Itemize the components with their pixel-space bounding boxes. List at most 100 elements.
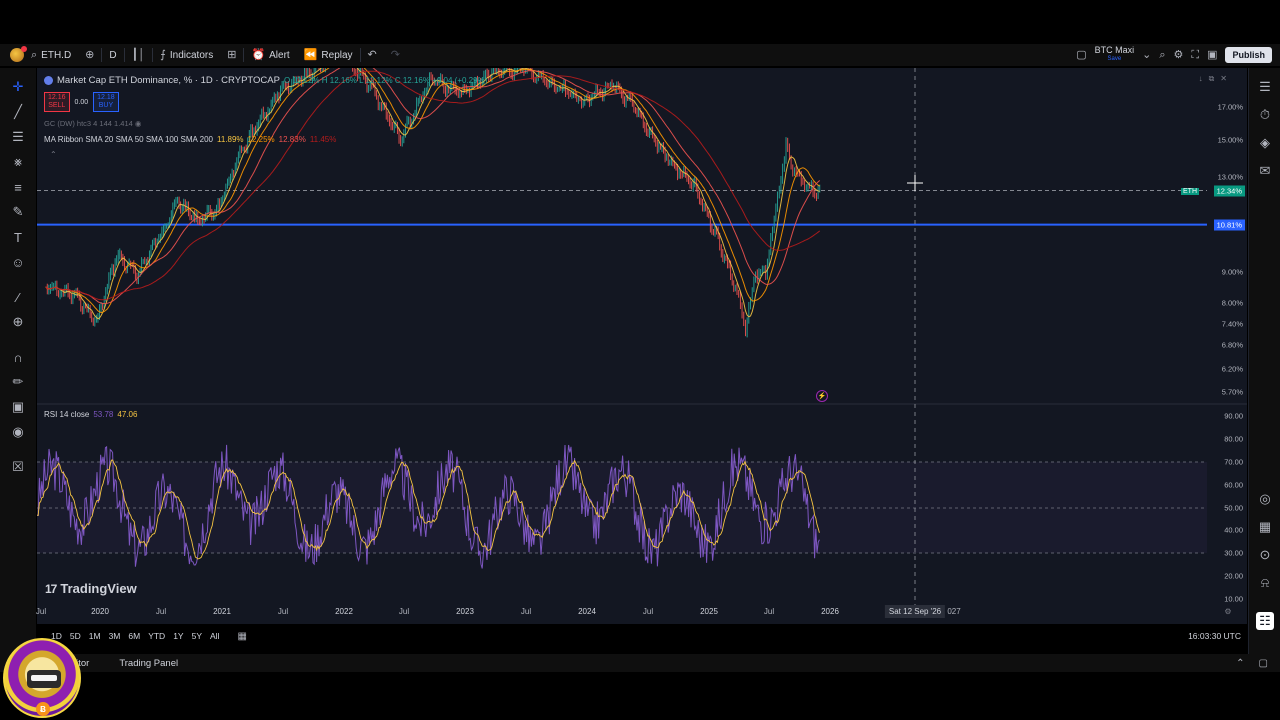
range-3m-button[interactable]: 3M <box>105 631 125 641</box>
rsi-legend[interactable]: RSI 14 close 53.78 47.06 <box>44 410 137 419</box>
quick-search-icon[interactable]: ⌕ <box>1159 49 1165 61</box>
trash-icon[interactable]: ☒ <box>9 458 27 476</box>
alert-button[interactable]: ⏰ Alert <box>244 44 296 66</box>
layers-icon[interactable]: ◈ <box>1256 134 1274 152</box>
arrow-down-icon[interactable]: ↓ <box>1199 74 1203 84</box>
smiley-icon[interactable]: ☺ <box>9 253 27 271</box>
time-axis[interactable]: Jul 2020 Jul 2021 Jul 2022 Jul 2023 Jul … <box>35 605 1247 619</box>
indicator-legend-ma-ribbon[interactable]: MA Ribbon SMA 20 SMA 50 SMA 100 SMA 200 … <box>44 135 336 144</box>
chart-canvas[interactable] <box>37 68 1247 624</box>
time-label: 2021 <box>213 607 231 616</box>
camera-icon[interactable]: ▣ <box>1207 49 1217 61</box>
redo-button[interactable]: ↷ <box>384 44 407 66</box>
time-label: 027 <box>947 607 961 616</box>
fullscreen-icon[interactable]: ⛶ <box>1191 49 1199 61</box>
buy-button[interactable]: 12.18 BUY <box>93 92 119 112</box>
ohlc-values: O 12.12% H 12.16% L 12.12% C 12.16% +0.0… <box>283 76 488 85</box>
symbol-search-button[interactable]: ⌕ ETH.D <box>24 44 78 66</box>
brush-icon[interactable]: ✎ <box>9 203 27 221</box>
range-all-button[interactable]: All <box>206 631 223 641</box>
symbol-label: ETH.D <box>41 49 72 61</box>
tab-trading-panel[interactable]: Trading Panel <box>119 658 178 669</box>
crosshair-icon[interactable]: ✛ <box>9 78 27 96</box>
trendline-icon[interactable]: ╱ <box>9 103 27 121</box>
calendar-icon[interactable]: ▦ <box>1256 518 1274 536</box>
lock-drawing-icon[interactable]: ✏ <box>9 373 27 391</box>
text-icon[interactable]: T <box>9 228 27 246</box>
sma200-value: 11.45% <box>309 135 337 144</box>
compare-symbol-button[interactable]: ⊕ <box>78 44 101 66</box>
chevron-down-icon[interactable]: ⌄ <box>1142 49 1151 61</box>
eye-icon[interactable]: ◉ <box>9 423 27 441</box>
bitcoin-coin-icon: Ƀ <box>36 702 50 716</box>
grid-menu-icon[interactable]: ☷ <box>1256 612 1274 630</box>
magnet-icon[interactable]: ∩ <box>9 348 27 366</box>
time-label: 2025 <box>700 607 718 616</box>
range-1y-button[interactable]: 1Y <box>169 631 187 641</box>
indicator-legend-gc[interactable]: GC (DW) htc3 4 144 1.414 ◉ <box>44 119 141 128</box>
range-5d-button[interactable]: 5D <box>66 631 85 641</box>
range-1m-button[interactable]: 1M <box>85 631 105 641</box>
watermark-text: TradingView <box>60 581 137 596</box>
range-5y-button[interactable]: 5Y <box>188 631 206 641</box>
user-avatar-icon[interactable] <box>10 46 27 62</box>
rsi-scale-label: 80.00 <box>1224 434 1243 444</box>
rsi-scale-label: 60.00 <box>1224 480 1243 490</box>
go-to-date-icon[interactable]: ▦ <box>237 631 246 642</box>
time-label: Jul <box>155 607 167 616</box>
broadcast-icon[interactable]: ⊙ <box>1256 546 1274 564</box>
fib-icon[interactable]: ≡ <box>9 178 27 196</box>
lock-icon[interactable]: ▣ <box>9 398 27 416</box>
indicators-button[interactable]: ⨍ Indicators <box>153 44 220 66</box>
range-toolbar: 1D 5D 1M 3M 6M YTD 1Y 5Y All ▦ 16:03:30 … <box>37 627 1247 645</box>
sell-button[interactable]: 12.16 SELL <box>44 92 70 112</box>
price-label: 5.70% <box>1221 387 1243 397</box>
chart-pane[interactable]: Market Cap ETH Dominance, % · 1D · CRYPT… <box>37 68 1247 624</box>
indicator-gc-label: GC (DW) htc3 4 144 1.414 <box>44 119 133 128</box>
ruler-icon[interactable]: ⁄ <box>9 288 27 306</box>
replay-button[interactable]: ⏪ Replay <box>297 44 360 66</box>
range-ytd-button[interactable]: YTD <box>144 631 169 641</box>
price-scale[interactable]: 17.00% 15.00% 13.00% 12.34% 10.81% 9.00%… <box>1207 68 1247 624</box>
watchlist-icon[interactable]: ☰ <box>1256 78 1274 96</box>
time-label: 2026 <box>821 607 839 616</box>
chevron-up-icon[interactable]: ⌃ <box>1236 658 1244 669</box>
layout-square-icon[interactable]: ▢ <box>1076 49 1086 61</box>
streamer-avatar: Ƀ <box>3 638 81 718</box>
time-label: Jul <box>277 607 289 616</box>
time-label: Jul <box>35 607 47 616</box>
chat-icon[interactable]: ✉ <box>1256 162 1274 180</box>
alerts-clock-icon[interactable]: ⏱ <box>1256 106 1274 124</box>
target-icon[interactable]: ◎ <box>1256 490 1274 508</box>
hline-price-badge: 10.81% <box>1213 219 1245 231</box>
eye-off-icon[interactable]: ◉ <box>135 119 142 128</box>
sma20-value: 11.89% <box>216 135 244 144</box>
axis-settings-icon[interactable]: ⚙ <box>1224 607 1231 616</box>
utc-clock[interactable]: 16:03:30 UTC <box>1188 631 1241 641</box>
alarm-clock-icon: ⏰ <box>251 48 266 61</box>
collapse-legend-icon[interactable]: ⌃ <box>50 150 57 159</box>
interval-button[interactable]: D <box>102 44 123 66</box>
series-title[interactable]: Market Cap ETH Dominance, % · 1D · CRYPT… <box>57 75 280 86</box>
trade-buttons: 12.16 SELL 0.00 12.18 BUY <box>44 92 119 112</box>
layout-name-button[interactable]: BTC Maxi Save <box>1095 46 1135 64</box>
publish-button[interactable]: Publish <box>1225 47 1272 63</box>
price-label: 6.20% <box>1221 364 1243 374</box>
gear-icon[interactable]: ⚙ <box>1174 49 1184 61</box>
range-6m-button[interactable]: 6M <box>124 631 144 641</box>
chart-type-button[interactable]: ┃│ <box>125 44 153 66</box>
horizontal-lines-icon[interactable]: ☰ <box>9 128 27 146</box>
layout-name: BTC Maxi <box>1094 45 1135 55</box>
bell-icon[interactable]: ⍾ <box>1256 574 1274 592</box>
maximize-icon[interactable]: ▢ <box>1259 658 1268 669</box>
top-toolbar: ⌕ ETH.D ⊕ D ┃│ ⨍ Indicators ⊞ ⏰ Alert ⏪ … <box>0 44 1280 66</box>
zoom-in-icon[interactable]: ⊕ <box>9 313 27 331</box>
pattern-icon[interactable]: ⨳ <box>9 153 27 171</box>
bolt-icon[interactable]: ⚡ <box>816 390 828 402</box>
templates-button[interactable]: ⊞ <box>220 44 243 66</box>
eth-logo-icon <box>44 76 53 85</box>
undo-button[interactable]: ↶ <box>361 44 384 66</box>
time-label: 2024 <box>578 607 596 616</box>
sma-line-0 <box>45 68 820 320</box>
sell-label: SELL <box>48 102 66 109</box>
